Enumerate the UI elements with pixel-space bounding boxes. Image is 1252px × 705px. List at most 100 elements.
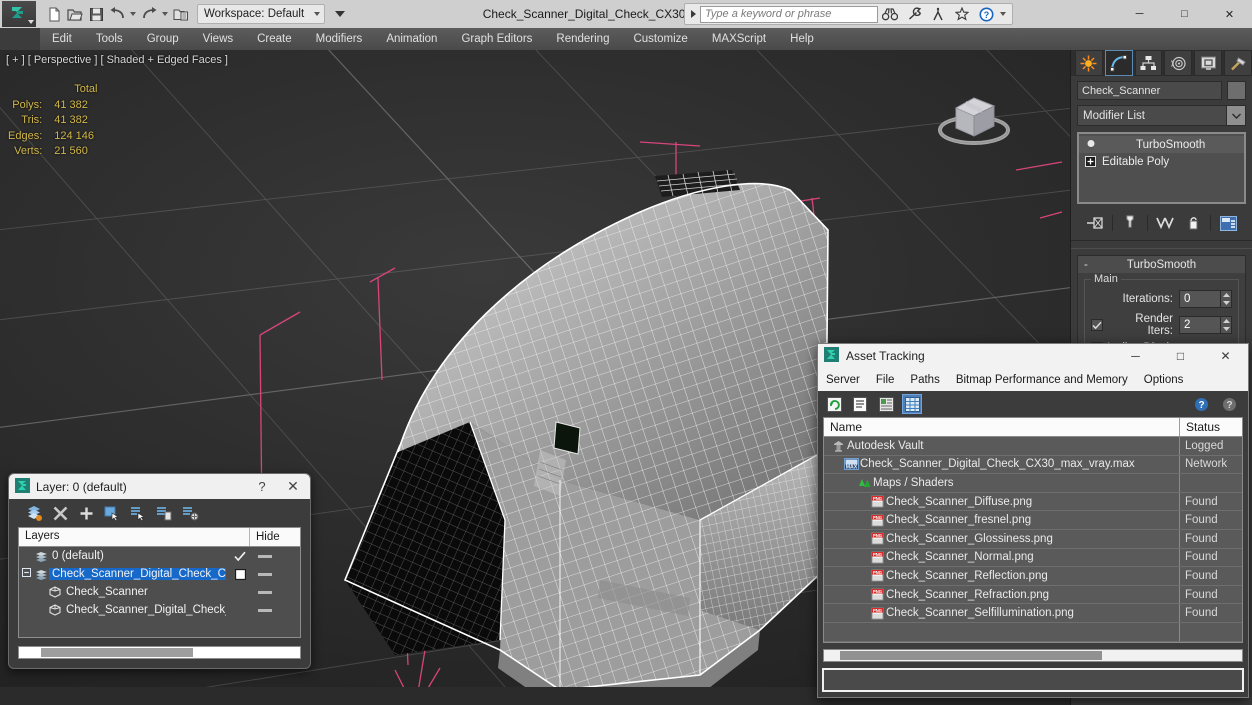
- asset-row[interactable]: MAX Check_Scanner_Digital_Check_CX30_max_…: [824, 455, 1242, 475]
- menu-maxscript[interactable]: MAXScript: [700, 28, 778, 50]
- undo-dropdown-caret[interactable]: [130, 12, 136, 16]
- view-cube[interactable]: [926, 78, 1022, 156]
- save-file-icon[interactable]: [86, 4, 106, 24]
- viewport-label[interactable]: [ + ] [ Perspective ] [ Shaded + Edged F…: [6, 54, 228, 66]
- menu-graph-editors[interactable]: Graph Editors: [449, 28, 544, 50]
- help-icon[interactable]: ?: [1192, 395, 1210, 413]
- menu-create[interactable]: Create: [245, 28, 304, 50]
- asset-tracking-minimize-button[interactable]: ─: [1113, 344, 1158, 368]
- chevron-down-icon[interactable]: [1226, 106, 1245, 125]
- layer-hide-toggle[interactable]: [254, 590, 300, 594]
- modifier-stack-item-editablepoly[interactable]: Editable Poly: [1079, 153, 1244, 170]
- create-tab[interactable]: [1075, 50, 1103, 76]
- asset-row[interactable]: PNG Check_Scanner_fresnel.png Found: [824, 511, 1242, 530]
- menu-help[interactable]: Help: [778, 28, 826, 50]
- hierarchy-tab[interactable]: [1134, 50, 1163, 76]
- set-current-layer-icon[interactable]: [181, 504, 199, 522]
- search-expand-icon[interactable]: [691, 10, 696, 18]
- asset-row[interactable]: Maps / Shaders: [824, 474, 1242, 493]
- config-sets-icon[interactable]: [1217, 213, 1239, 233]
- asset-list[interactable]: Autodesk Vault Logged MAX Check_Scanner_Di…: [823, 437, 1243, 643]
- scrollbar-thumb[interactable]: [41, 648, 193, 657]
- rollout-collapse-icon[interactable]: -: [1084, 259, 1088, 271]
- select-objects-in-layer-icon[interactable]: [103, 504, 121, 522]
- modifier-list-dropdown[interactable]: Modifier List: [1077, 105, 1246, 126]
- motion-tab[interactable]: [1164, 50, 1193, 76]
- layer-dialog-close-button[interactable]: ✕: [276, 478, 310, 495]
- help-dropdown-caret[interactable]: [1000, 12, 1006, 16]
- asset-column-status[interactable]: Status: [1180, 420, 1242, 434]
- set-project-folder-icon[interactable]: [171, 4, 191, 24]
- workspace-selector[interactable]: Workspace: Default: [197, 4, 326, 24]
- list-view-icon[interactable]: [851, 395, 869, 413]
- asset-tracking-dialog[interactable]: Asset Tracking ─ □ ✕ Server File Paths Bitm…: [817, 343, 1249, 698]
- layer-row[interactable]: Check_Scanner: [19, 583, 300, 601]
- redo-dropdown-caret[interactable]: [162, 12, 168, 16]
- asset-row[interactable]: PNG Check_Scanner_Refraction.png Found: [824, 585, 1242, 605]
- binoculars-icon[interactable]: [878, 4, 902, 24]
- asset-row[interactable]: [824, 622, 1242, 642]
- highlight-selected-objects-icon[interactable]: [129, 504, 147, 522]
- layer-row[interactable]: 0 (default): [19, 547, 300, 565]
- logo-dropdown-caret[interactable]: [28, 20, 34, 24]
- expand-collapse-icon[interactable]: [19, 568, 33, 580]
- modifier-stack-item-turbosmooth[interactable]: TurboSmooth: [1079, 136, 1244, 153]
- close-button[interactable]: ✕: [1207, 0, 1252, 28]
- asset-row[interactable]: PNG Check_Scanner_Diffuse.png Found: [824, 492, 1242, 512]
- asset-row[interactable]: PNG Check_Scanner_Selfillumination.png Fou…: [824, 604, 1242, 623]
- layer-row[interactable]: Check_Scanner_Digital_Check_CX30: [19, 601, 300, 619]
- render-iters-checkbox[interactable]: [1091, 319, 1103, 331]
- menu-customize[interactable]: Customize: [621, 28, 699, 50]
- display-tab[interactable]: [1194, 50, 1223, 76]
- asset-row[interactable]: PNG Check_Scanner_Reflection.png Found: [824, 567, 1242, 586]
- scrollbar-thumb[interactable]: [840, 650, 1102, 660]
- asset-menu-paths[interactable]: Paths: [902, 374, 947, 386]
- minimize-button[interactable]: ─: [1117, 0, 1162, 28]
- star-icon[interactable]: [950, 4, 974, 24]
- asset-tracking-close-button[interactable]: ✕: [1203, 344, 1248, 368]
- render-iters-value[interactable]: 2: [1179, 316, 1221, 334]
- menu-rendering[interactable]: Rendering: [544, 28, 621, 50]
- menu-tools[interactable]: Tools: [84, 28, 135, 50]
- asset-list-scrollbar[interactable]: [823, 648, 1243, 662]
- asset-menu-options[interactable]: Options: [1136, 374, 1192, 386]
- context-help-icon[interactable]: ?: [1220, 395, 1238, 413]
- layer-list[interactable]: 0 (default) Check_Scanner_Digital_Check_C…: [18, 546, 301, 638]
- maximize-button[interactable]: □: [1162, 0, 1207, 28]
- menu-group[interactable]: Group: [135, 28, 191, 50]
- layer-dialog-help-button[interactable]: ?: [248, 479, 276, 494]
- asset-menu-bitmap-performance-and-memory[interactable]: Bitmap Performance and Memory: [948, 374, 1136, 386]
- undo-icon[interactable]: [107, 4, 127, 24]
- show-end-result-icon[interactable]: [1119, 213, 1141, 233]
- compass-icon[interactable]: [926, 4, 950, 24]
- 3dsmax-logo-button[interactable]: [2, 1, 36, 27]
- plus-box-icon[interactable]: [1085, 156, 1096, 167]
- add-selection-to-layer-icon[interactable]: [155, 504, 173, 522]
- add-layer-icon[interactable]: [77, 504, 95, 522]
- new-file-icon[interactable]: [44, 4, 64, 24]
- pin-icon[interactable]: [1084, 213, 1106, 233]
- layer-row[interactable]: Check_Scanner_Digital_Check_CX30: [19, 565, 300, 583]
- object-name-input[interactable]: Check_Scanner: [1077, 81, 1222, 100]
- trash-icon[interactable]: [1182, 213, 1204, 233]
- render-iters-spinner-arrows[interactable]: [1221, 316, 1232, 334]
- layer-hide-toggle[interactable]: [254, 572, 300, 576]
- asset-menu-server[interactable]: Server: [818, 374, 868, 386]
- current-layer-check-icon[interactable]: [226, 551, 254, 562]
- detail-view-icon[interactable]: [877, 395, 895, 413]
- modifier-stack[interactable]: TurboSmooth Editable Poly: [1077, 132, 1246, 204]
- menu-views[interactable]: Views: [191, 28, 245, 50]
- workspace-caret-icon[interactable]: [314, 12, 321, 16]
- layer-hide-toggle[interactable]: [254, 554, 300, 558]
- modify-tab[interactable]: [1104, 50, 1133, 76]
- object-color-swatch[interactable]: [1227, 81, 1246, 100]
- asset-row[interactable]: PNG Check_Scanner_Glossiness.png Found: [824, 529, 1242, 549]
- iterations-value[interactable]: 0: [1179, 290, 1221, 308]
- wrench-icon[interactable]: [902, 4, 926, 24]
- layer-hide-toggle[interactable]: [254, 608, 300, 612]
- delete-layer-icon[interactable]: [51, 504, 69, 522]
- refresh-icon[interactable]: [825, 395, 843, 413]
- iterations-spinner[interactable]: 0: [1179, 290, 1232, 308]
- asset-menu-file[interactable]: File: [868, 374, 903, 386]
- rollout-header[interactable]: - TurboSmooth: [1078, 256, 1245, 273]
